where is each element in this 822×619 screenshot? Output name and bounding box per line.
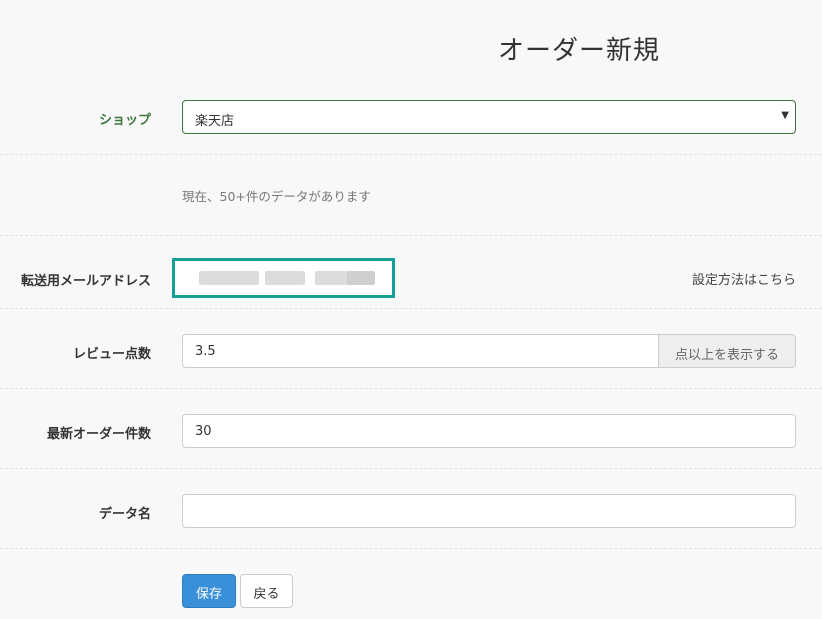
- back-button[interactable]: 戻る: [240, 574, 293, 608]
- order-new-form: オーダー新規 ショップ 楽天店 ▼ 現在、50+件のデータがあります 転送用メー…: [0, 0, 822, 619]
- chevron-down-icon: ▼: [781, 110, 789, 121]
- shop-label: ショップ: [98, 113, 151, 128]
- save-button[interactable]: 保存: [182, 574, 236, 608]
- redacted-block: [265, 271, 305, 285]
- review-suffix-addon: 点以上を表示する: [658, 334, 796, 368]
- review-score-input[interactable]: 3.5: [182, 334, 659, 368]
- email-label: 転送用メールアドレス: [20, 274, 151, 289]
- data-name-input[interactable]: [182, 494, 796, 528]
- data-name-label: データ名: [98, 507, 151, 522]
- redacted-block: [199, 271, 259, 285]
- shop-select[interactable]: 楽天店 ▼: [182, 100, 796, 134]
- info-row: [0, 155, 822, 236]
- redacted-block: [347, 271, 375, 285]
- email-field[interactable]: [172, 258, 395, 298]
- setup-help-link[interactable]: 設定方法はこちら: [692, 269, 796, 288]
- latest-orders-label: 最新オーダー件数: [46, 427, 151, 442]
- latest-orders-input[interactable]: 30: [182, 414, 796, 448]
- data-count-text: 現在、50+件のデータがあります: [182, 189, 371, 204]
- shop-select-value: 楽天店: [195, 114, 235, 129]
- review-label: レビュー点数: [72, 347, 151, 362]
